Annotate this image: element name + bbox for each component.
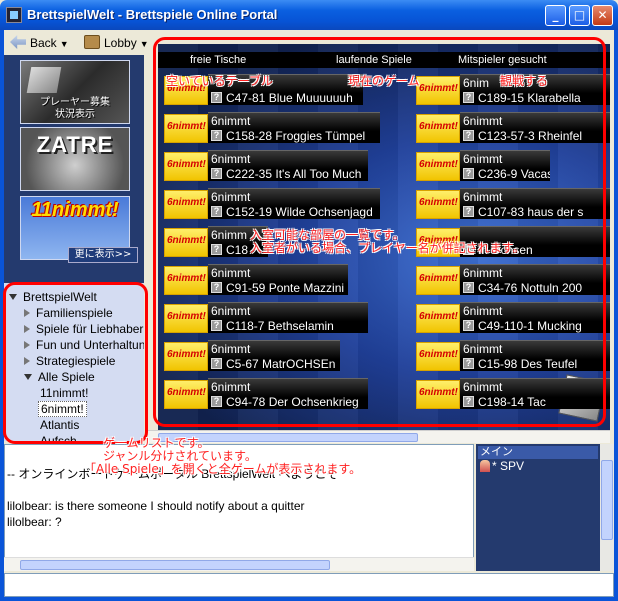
lobby-label: Lobby (104, 36, 137, 50)
title-bar: BrettspielWelt - Brettspiele Online Port… (0, 0, 618, 30)
annotation-rooms-line2: 入室者がいる場合、プレイヤー名が併記されます。 (250, 241, 525, 255)
zatre-banner[interactable]: ZATRE (20, 127, 130, 191)
player-recruit-banner[interactable]: プレーヤー募集 状況表示 (20, 60, 130, 124)
back-label: Back (30, 36, 57, 50)
annotation-tree-line2: ジャンル分けされています。 (103, 449, 257, 463)
highlight-tree-box (3, 282, 148, 444)
user-icon (480, 460, 490, 472)
users-vertical-scrollbar[interactable] (600, 444, 614, 571)
lobby-icon (84, 35, 100, 49)
zatre-label: ZATRE (36, 132, 114, 157)
chevron-down-icon: ▼ (59, 39, 69, 49)
close-button[interactable]: ✕ (592, 5, 613, 26)
users-scroll-thumb[interactable] (601, 460, 613, 540)
app-icon (6, 7, 22, 23)
chat-input[interactable] (4, 573, 614, 597)
annotation-rooms-line1: 入室可能な部屋の一覧です。 (250, 228, 405, 242)
chevron-down-icon: ▼ (139, 39, 149, 49)
minimize-button[interactable]: _ (545, 5, 566, 26)
users-panel: メイン * SPV (476, 444, 614, 571)
annotation-free-tables: 空いているテーブル (166, 74, 273, 88)
maximize-button[interactable]: □ (569, 5, 590, 26)
annotation-current-game: 現在のゲーム (348, 74, 420, 88)
lobby-button[interactable]: Lobby ▼ (84, 33, 149, 53)
window-frame-bottom (0, 597, 618, 601)
dice-icon (26, 67, 62, 93)
window-frame-right (614, 30, 618, 601)
window-title: BrettspielWelt - Brettspiele Online Port… (27, 7, 278, 22)
back-arrow-icon (10, 35, 26, 49)
annotation-watch: 観戦する (500, 74, 549, 88)
annotation-tree-line1: ゲームリストです。 (103, 436, 210, 450)
chat-line: lilolbear: is there someone I should not… (7, 499, 305, 513)
annotation-tree-line3: 「Alle Spiele」を開くと全ゲームが表示されます。 (84, 462, 362, 476)
player-recruit-label: プレーヤー募集 状況表示 (40, 97, 110, 120)
show-more-button[interactable]: 更に表示>> (68, 247, 138, 263)
nimmt-banner-label: 11nimmt! (31, 199, 119, 221)
back-button[interactable]: Back ▼ (10, 33, 69, 53)
users-channel-header: メイン (478, 446, 598, 459)
user-entry[interactable]: * SPV (480, 459, 524, 473)
chat-scroll-thumb[interactable] (20, 560, 330, 570)
chat-line: lilolbear: ? (7, 515, 62, 529)
chat-horizontal-scrollbar[interactable] (4, 557, 474, 571)
games-horizontal-scrollbar[interactable] (148, 430, 610, 443)
